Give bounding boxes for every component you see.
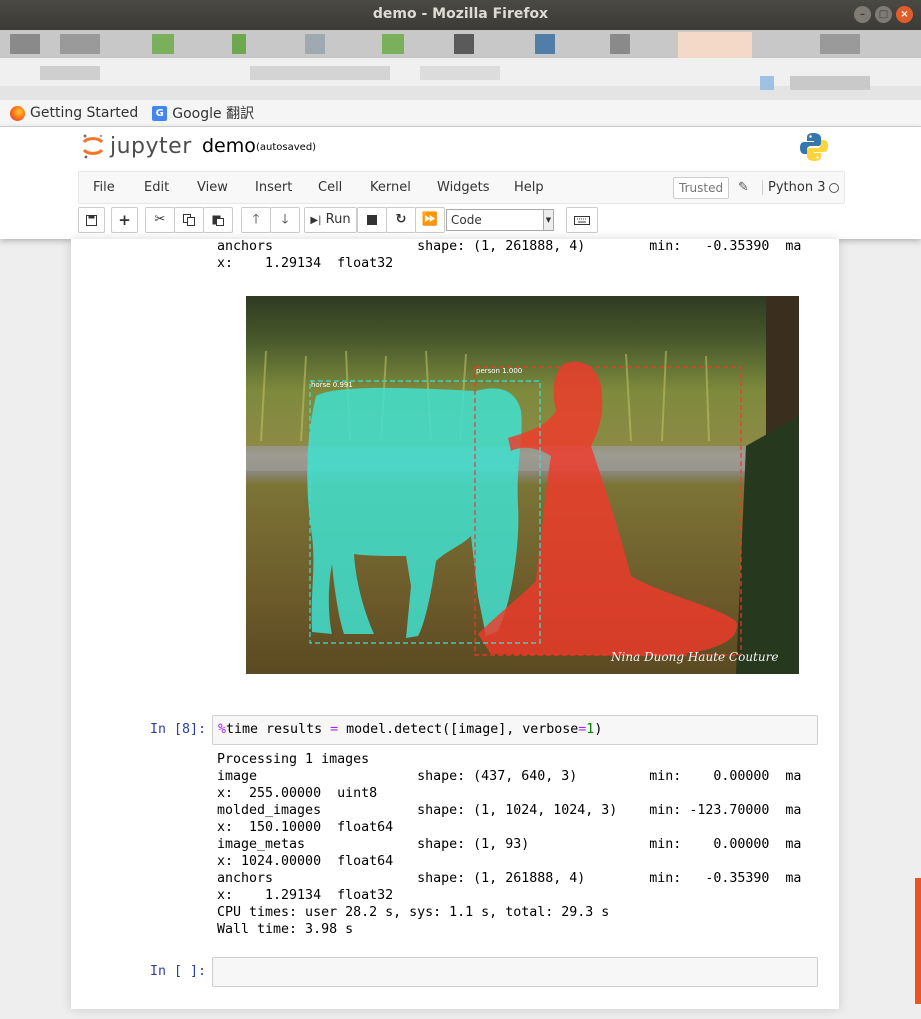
- output-line: Processing 1 images: [217, 752, 370, 767]
- cut-button[interactable]: ✂: [145, 207, 175, 233]
- code-token: time results: [226, 722, 331, 737]
- output-line: anchors shape: (1, 261888, 4) min: -0.35…: [217, 871, 802, 886]
- fast-forward-icon: ⏩: [421, 212, 439, 227]
- stop-icon: [367, 215, 377, 225]
- menu-file[interactable]: File: [93, 180, 115, 195]
- jupyter-logo-text: jupyter: [110, 133, 192, 159]
- output-line: x: 150.10000 float64: [217, 820, 394, 835]
- cell-prompt: In [8]:: [150, 722, 207, 737]
- output-line: CPU times: user 28.2 s, sys: 1.1 s, tota…: [217, 905, 610, 920]
- move-up-button[interactable]: 🡑: [241, 207, 271, 233]
- jupyter-logo-icon: [82, 134, 104, 159]
- arrow-down-icon: 🡓: [281, 212, 289, 227]
- output-line: molded_images shape: (1, 1024, 1024, 3) …: [217, 803, 802, 818]
- menu-kernel[interactable]: Kernel: [370, 180, 411, 195]
- jupyter-header: jupyter demo (autosaved) File Edit View …: [0, 127, 921, 239]
- menu-cell[interactable]: Cell: [318, 180, 342, 195]
- google-translate-icon: G: [152, 105, 168, 121]
- plus-icon: +: [118, 211, 131, 229]
- run-button[interactable]: ▶| Run: [304, 207, 357, 233]
- bookmark-getting-started[interactable]: Getting Started: [10, 105, 138, 121]
- interrupt-button[interactable]: [357, 207, 387, 233]
- firefox-icon: [10, 105, 25, 121]
- bookmark-label: Google 翻訳: [172, 106, 255, 122]
- autosave-status: (autosaved): [256, 142, 317, 153]
- code-token: ): [594, 722, 603, 737]
- python-logo-icon: [800, 133, 828, 161]
- restart-run-all-button[interactable]: ⏩: [415, 207, 445, 233]
- step-forward-icon: ▶|: [310, 215, 322, 226]
- bookmark-label: Getting Started: [30, 105, 139, 121]
- insert-cell-button[interactable]: +: [111, 207, 138, 233]
- run-label: Run: [325, 212, 351, 227]
- cell-type-select[interactable]: Code ▼: [446, 209, 554, 231]
- photo-watermark: Nina Duong Haute Couture: [610, 650, 778, 664]
- menubar: File Edit View Insert Cell Kernel Widget…: [78, 171, 845, 204]
- save-button[interactable]: [78, 207, 105, 233]
- menu-help[interactable]: Help: [514, 180, 544, 195]
- command-palette-button[interactable]: [566, 207, 598, 233]
- window-title: demo - Mozilla Firefox: [372, 6, 549, 22]
- output-line: x: 255.00000 uint8: [217, 786, 378, 801]
- arrow-up-icon: 🡑: [252, 212, 260, 227]
- menu-insert[interactable]: Insert: [255, 180, 292, 195]
- output-line: image shape: (437, 640, 3) min: 0.00000 …: [217, 769, 802, 784]
- horse-label: horse 0.991: [311, 381, 353, 389]
- save-icon: [86, 215, 97, 226]
- browser-tab-strip[interactable]: [0, 30, 921, 100]
- code-input-cell[interactable]: %time results = model.detect([image], ve…: [212, 715, 818, 745]
- restart-button[interactable]: ↻: [386, 207, 416, 233]
- output-line: x: 1.29134 float32: [217, 888, 394, 903]
- bookmarks-bar: Getting Started G Google 翻訳: [0, 100, 921, 127]
- notebook-container: anchors shape: (1, 261888, 4) min: -0.35…: [71, 239, 839, 1009]
- maximize-button[interactable]: □: [875, 6, 892, 23]
- jupyter-logo[interactable]: jupyter: [82, 133, 192, 159]
- minimize-button[interactable]: –: [854, 6, 871, 23]
- copy-icon: [183, 214, 195, 226]
- keyboard-icon: [574, 216, 590, 225]
- notebook-name[interactable]: demo: [202, 135, 256, 157]
- scissors-icon: ✂: [154, 212, 166, 227]
- copy-button[interactable]: [174, 207, 204, 233]
- close-button[interactable]: ×: [896, 6, 913, 23]
- menu-widgets[interactable]: Widgets: [437, 180, 490, 195]
- output-anchors-x-line: x: 1.29134 float32: [217, 256, 394, 271]
- detection-result-image: horse 0.991 person 1.000 Nina Duong Haut…: [246, 296, 799, 674]
- kernel-name[interactable]: Python 3: [762, 180, 825, 195]
- window-titlebar: demo - Mozilla Firefox – □ ×: [0, 0, 921, 30]
- paste-icon: [212, 215, 224, 226]
- scrollbar-thumb[interactable]: [915, 878, 921, 1004]
- move-down-button[interactable]: 🡓: [270, 207, 300, 233]
- code-token: model.detect([image], verbose: [338, 722, 579, 737]
- menu-view[interactable]: View: [197, 180, 228, 195]
- output-anchors-line: anchors shape: (1, 261888, 4) min: -0.35…: [217, 239, 802, 254]
- cell-type-value: Code: [451, 213, 482, 227]
- cell-prompt: In [ ]:: [150, 964, 207, 979]
- code-input-cell[interactable]: [212, 957, 818, 987]
- window-controls: – □ ×: [854, 6, 913, 23]
- code-token: %: [218, 722, 227, 737]
- bookmark-google-translate[interactable]: G Google 翻訳: [152, 103, 254, 123]
- pencil-icon[interactable]: ✎: [738, 180, 749, 195]
- output-line: x: 1024.00000 float64: [217, 854, 394, 869]
- trusted-badge[interactable]: Trusted: [673, 177, 730, 199]
- output-line: Wall time: 3.98 s: [217, 922, 354, 937]
- code-token: =: [330, 722, 339, 737]
- kernel-status-indicator: [829, 183, 839, 193]
- output-line: image_metas shape: (1, 93) min: 0.00000 …: [217, 837, 802, 852]
- person-label: person 1.000: [476, 367, 522, 375]
- dropdown-arrow-icon: ▼: [543, 210, 553, 230]
- refresh-icon: ↻: [395, 212, 407, 227]
- paste-button[interactable]: [203, 207, 233, 233]
- menu-edit[interactable]: Edit: [144, 180, 169, 195]
